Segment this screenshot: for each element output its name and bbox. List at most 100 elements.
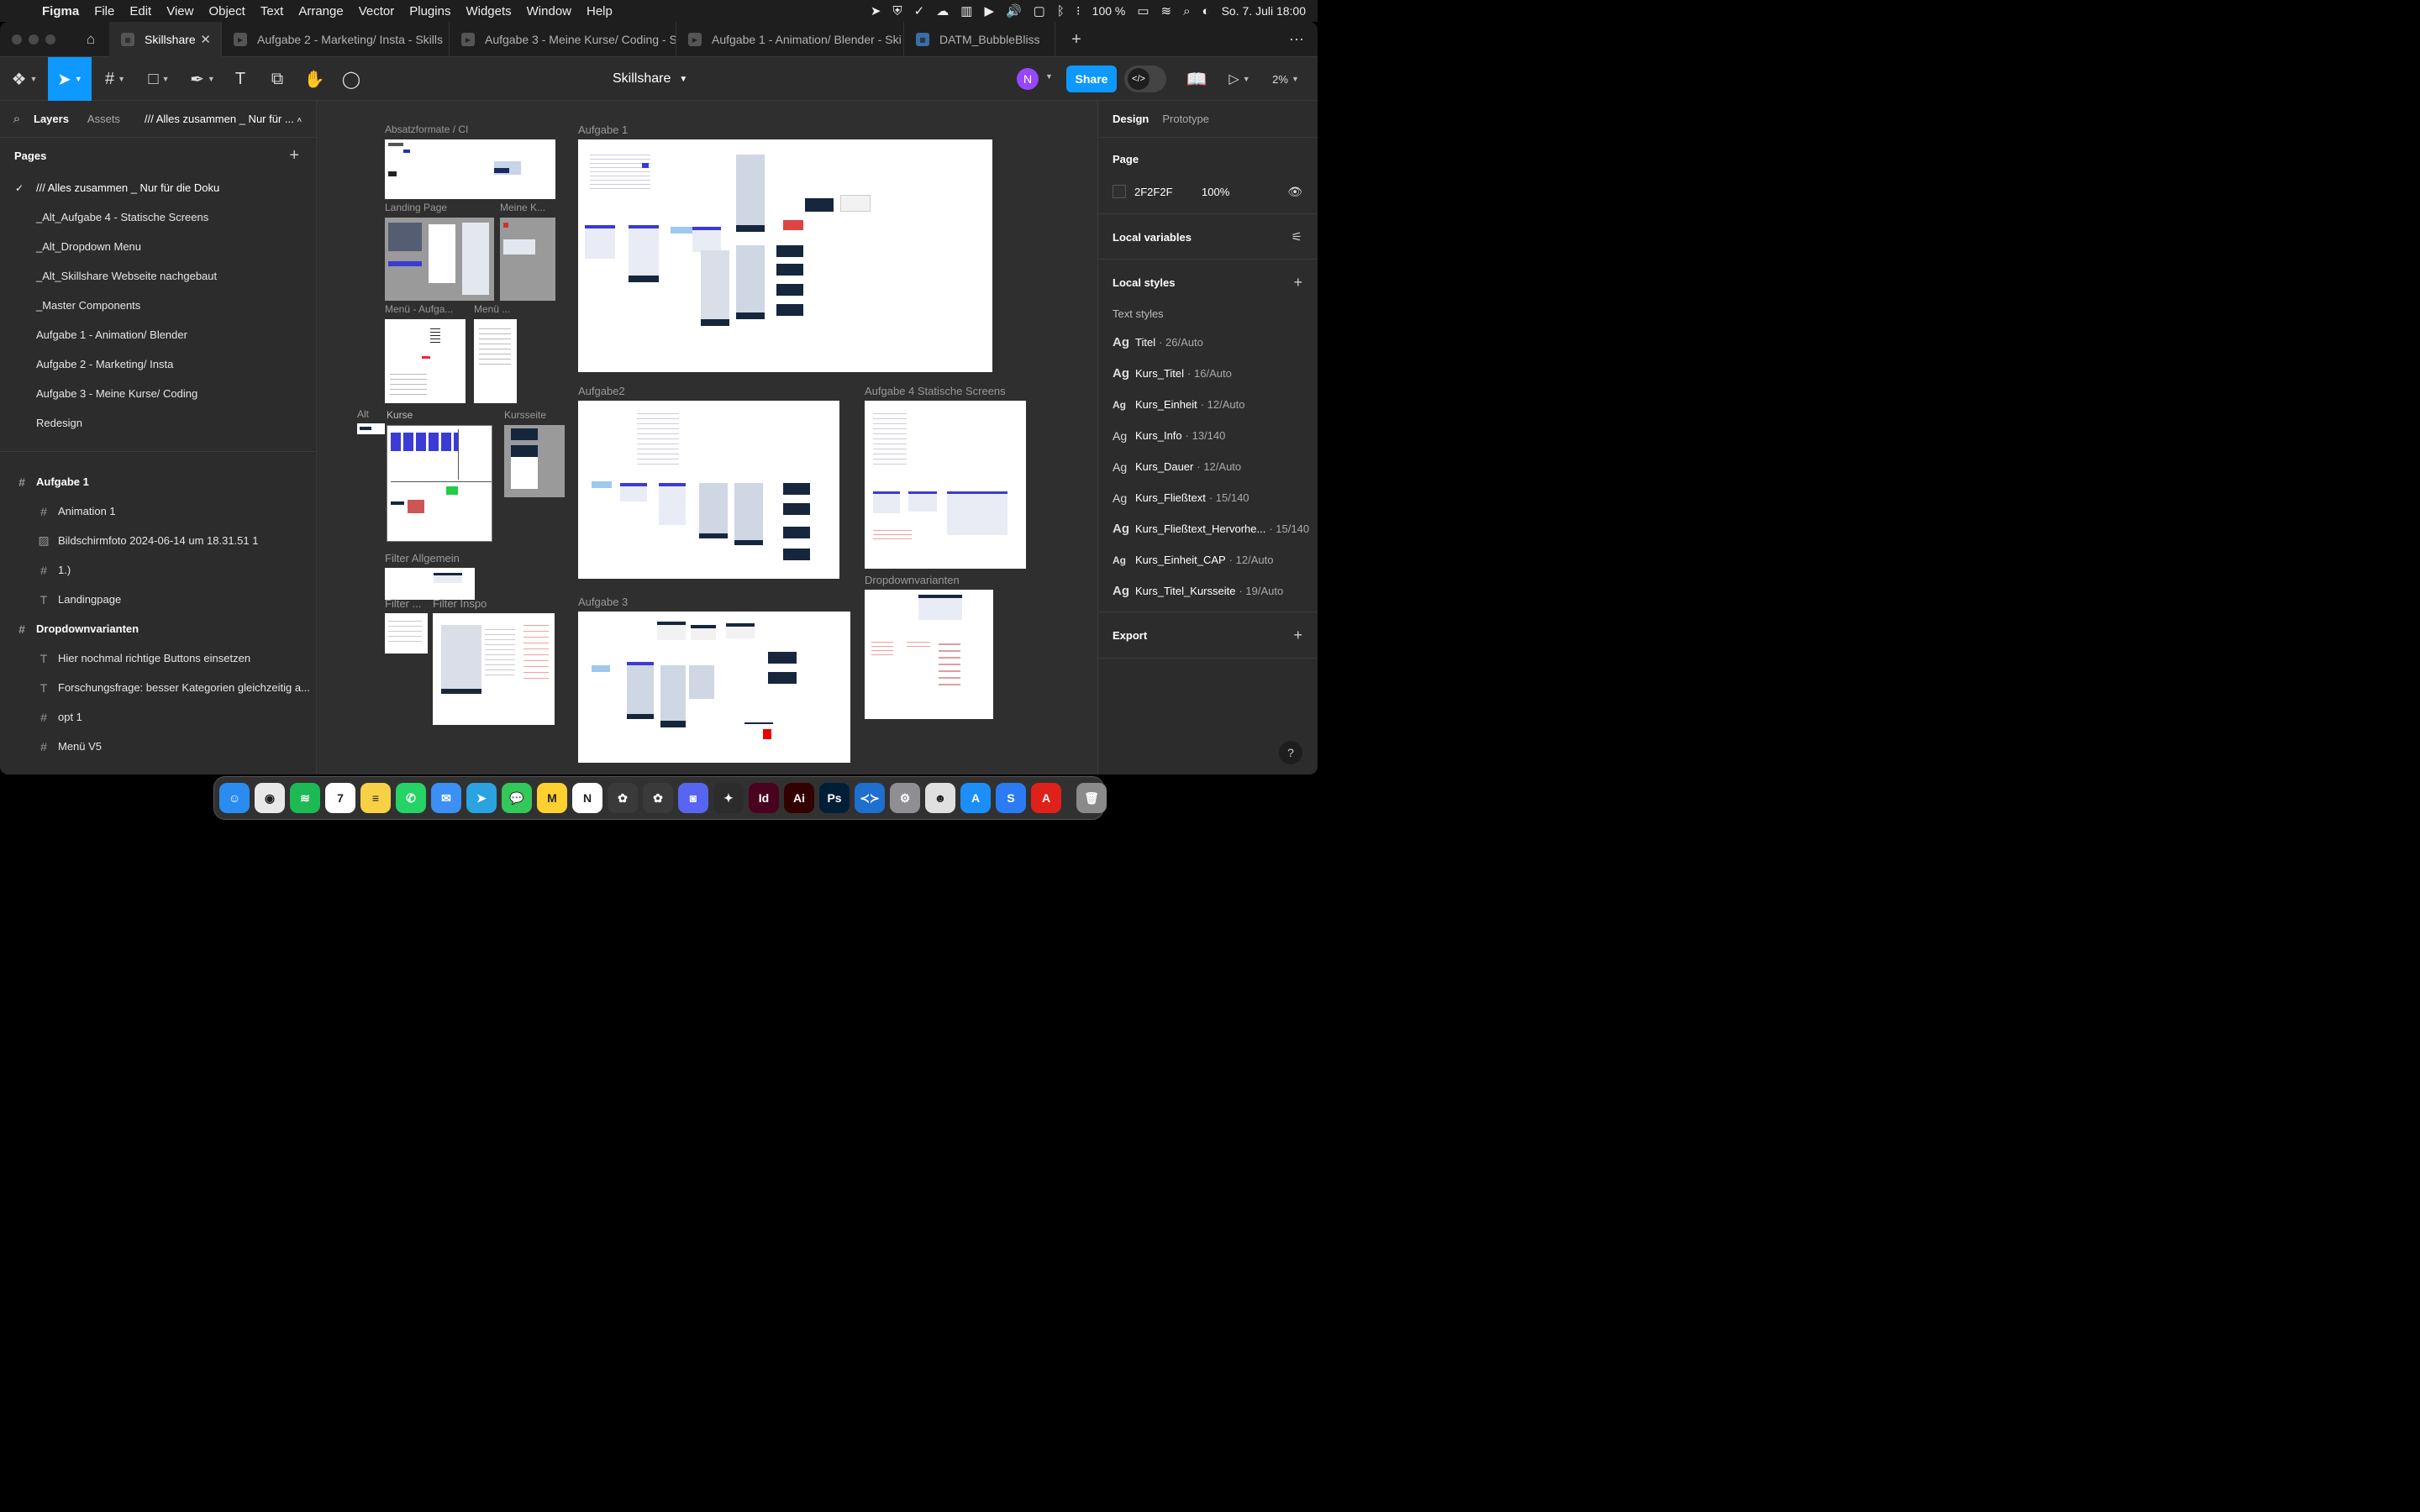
menu-widgets[interactable]: Widgets	[458, 4, 518, 18]
local-variables-header[interactable]: Local variables ⚟	[1098, 219, 1318, 255]
dock-app-3-icon[interactable]: ☻	[925, 783, 955, 813]
text-style-item[interactable]: Ag Kurs_Info · 13/140	[1098, 420, 1318, 451]
menu-plugins[interactable]: Plugins	[402, 4, 458, 18]
frame-absatzformate[interactable]	[385, 139, 555, 199]
hand-tool-button[interactable]: ✋	[299, 57, 329, 101]
frame-kurse[interactable]	[387, 425, 492, 542]
dock-acrobat-icon[interactable]: A	[1031, 783, 1061, 813]
frame-kursseite[interactable]	[504, 425, 565, 497]
frame-label[interactable]: Menü - Aufga...	[385, 303, 453, 315]
layer-row[interactable]: # Animation 1	[0, 496, 316, 526]
pen-tool-button[interactable]: ✒ ▼	[182, 57, 224, 101]
avatar[interactable]: N	[1017, 68, 1039, 90]
current-page-dropdown[interactable]: /// Alles zusammen _ Nur für ... ˄	[145, 113, 313, 125]
window-status-icon[interactable]: ▢	[1034, 3, 1045, 18]
layer-row[interactable]: #1.)	[0, 555, 316, 585]
page-color-value[interactable]: 2F2F2F	[1134, 186, 1202, 198]
frame-label[interactable]: Aufgabe 3	[578, 596, 628, 608]
frame-label[interactable]: Aufgabe 4 Statische Screens	[865, 385, 1006, 397]
dock-vscode-icon[interactable]: ≺≻	[855, 783, 885, 813]
dock-messages-icon[interactable]: 💬	[502, 783, 532, 813]
dock-notion-icon[interactable]: N	[572, 783, 602, 813]
chevron-down-icon[interactable]: ▼	[1045, 72, 1053, 81]
page-item[interactable]: _Master Components	[0, 291, 316, 320]
dock-telegram-icon[interactable]: ➤	[466, 783, 497, 813]
menu-file[interactable]: File	[87, 4, 122, 18]
play-status-icon[interactable]: ▶	[984, 3, 994, 18]
layer-row[interactable]: # opt 1	[0, 702, 316, 732]
export-header[interactable]: Export +	[1098, 617, 1318, 653]
frame-aufgabe-3[interactable]	[578, 612, 850, 763]
activity-status-icon[interactable]: ▥	[960, 3, 972, 18]
menu-text[interactable]: Text	[253, 4, 292, 18]
menu-arrange[interactable]: Arrange	[291, 4, 350, 18]
resources-button[interactable]: ⧉	[262, 57, 292, 101]
tab-aufgabe-1[interactable]: ▶ Aufgabe 1 - Animation/ Blender - Ski	[676, 22, 904, 57]
frame-label[interactable]: Aufgabe 1	[578, 123, 628, 136]
dock-figma-icon[interactable]: ✦	[713, 783, 744, 813]
sliders-icon[interactable]: ⚟	[1292, 229, 1302, 244]
minimize-window-button[interactable]	[29, 34, 39, 45]
close-tab-icon[interactable]: ✕	[200, 32, 211, 47]
frame-label[interactable]: Filter Allgemein	[385, 552, 460, 564]
dock-app-2-icon[interactable]: ✿	[643, 783, 673, 813]
dock-notes-icon[interactable]: ≡	[360, 783, 391, 813]
layer-row[interactable]: # Aufgabe 1	[0, 467, 316, 496]
move-tool-button[interactable]: ➤ ▼	[48, 57, 92, 101]
dock-chrome-icon[interactable]: ◉	[255, 783, 285, 813]
menu-vector[interactable]: Vector	[351, 4, 402, 18]
help-button[interactable]: ?	[1279, 741, 1302, 764]
dock-photoshop-icon[interactable]: Ps	[819, 783, 850, 813]
frame-label[interactable]: Kurse	[387, 409, 413, 421]
dock-trash-icon[interactable]: 🗑	[1076, 783, 1107, 813]
add-page-icon[interactable]: +	[289, 146, 299, 165]
zoom-menu[interactable]: 2% ▼	[1264, 57, 1307, 101]
document-title[interactable]: Skillshare ▼	[613, 57, 687, 101]
add-export-icon[interactable]: +	[1293, 627, 1302, 644]
menu-view[interactable]: View	[159, 4, 201, 18]
frame-label[interactable]: Meine K...	[500, 202, 545, 213]
frame-tool-button[interactable]: # ▼	[94, 57, 136, 101]
layer-row[interactable]: T Landingpage	[0, 585, 316, 614]
wifi-icon[interactable]: ≋	[1161, 3, 1172, 18]
tab-layers[interactable]: Layers	[34, 113, 69, 125]
eye-icon[interactable]: 👁	[1287, 185, 1302, 199]
layer-row[interactable]: T Hier nochmal richtige Buttons einsetzen	[0, 643, 316, 673]
share-button[interactable]: Share	[1066, 66, 1117, 92]
frame-label[interactable]: Absatzformate / CI	[385, 123, 468, 135]
frame-label[interactable]: Kursseite	[504, 409, 546, 421]
check-status-icon[interactable]: ✓	[914, 3, 925, 18]
page-item[interactable]: Redesign	[0, 408, 316, 438]
battery-icon[interactable]: ▭	[1137, 3, 1149, 18]
color-swatch[interactable]	[1113, 185, 1126, 198]
dock-whatsapp-icon[interactable]: ✆	[396, 783, 426, 813]
layer-row[interactable]: # Menü V5	[0, 732, 316, 761]
close-window-button[interactable]	[12, 34, 22, 45]
page-item[interactable]: ✓ /// Alles zusammen _ Nur für die Doku	[0, 173, 316, 202]
frame-aufgabe-2[interactable]	[578, 401, 839, 579]
page-opacity-value[interactable]: 100%	[1202, 186, 1229, 198]
zoom-window-button[interactable]	[45, 34, 55, 45]
home-icon[interactable]: ⌂	[72, 22, 109, 57]
page-item[interactable]: Aufgabe 3 - Meine Kurse/ Coding	[0, 379, 316, 408]
text-style-item[interactable]: Ag Kurs_Fließtext_Hervorhe... · 15/140	[1098, 513, 1318, 544]
layer-row[interactable]: # Dropdownvarianten	[0, 614, 316, 643]
volume-icon[interactable]: 🔊	[1006, 3, 1022, 18]
page-item[interactable]: _Alt_Skillshare Webseite nachgebaut	[0, 261, 316, 291]
dock-mail-icon[interactable]: ✉	[431, 783, 461, 813]
text-style-item[interactable]: Ag Kurs_Titel_Kursseite · 19/Auto	[1098, 575, 1318, 606]
layer-row[interactable]: T Forschungsfrage: besser Kategorien glei…	[0, 673, 316, 702]
tab-aufgabe-3[interactable]: ▶ Aufgabe 3 - Meine Kurse/ Coding - S	[450, 22, 676, 57]
spotlight-search-icon[interactable]: ⌕	[1183, 4, 1190, 18]
page-item[interactable]: _Alt_Dropdown Menu	[0, 232, 316, 261]
text-style-item[interactable]: Ag Kurs_Dauer · 12/Auto	[1098, 451, 1318, 482]
clock[interactable]: So. 7. Juli 18:00	[1222, 4, 1306, 18]
frame-meine-kurse[interactable]	[500, 218, 555, 301]
cloud-status-icon[interactable]: ☁	[936, 3, 949, 18]
dock-discord-icon[interactable]: ◙	[678, 783, 708, 813]
frame-menu-aufgabe[interactable]	[385, 319, 466, 403]
search-icon[interactable]: ⌕	[0, 112, 34, 126]
frame-dropdownvarianten[interactable]	[865, 590, 993, 719]
frame-aufgabe-4[interactable]	[865, 401, 1026, 569]
tab-aufgabe-2[interactable]: ▶ Aufgabe 2 - Marketing/ Insta - Skills	[222, 22, 450, 57]
